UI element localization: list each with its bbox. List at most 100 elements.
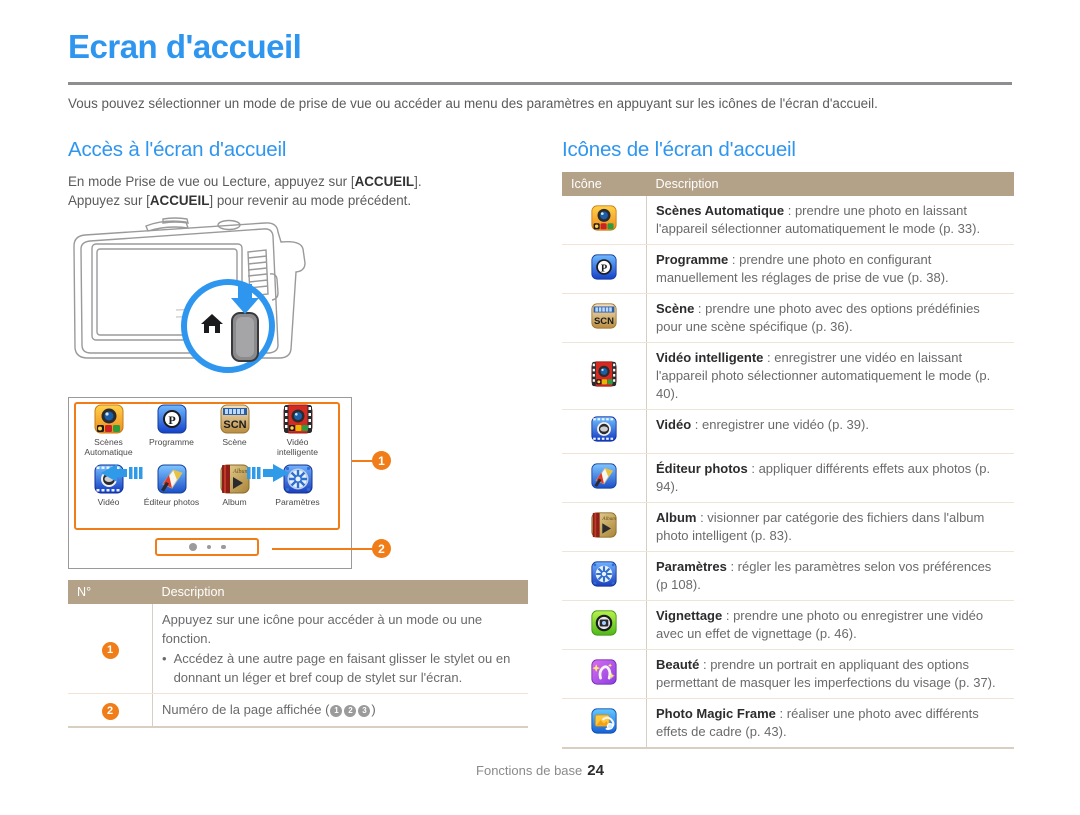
left-legend-table: N° Description 1 Appuyez sur une icône p… [68, 580, 528, 728]
description-cell: Scène : prendre une photo avec des optio… [646, 293, 1014, 343]
page-dot-active[interactable] [188, 543, 197, 551]
table-row: Paramètres : régler les paramètres selon… [562, 551, 1014, 601]
photo-editor-icon [591, 462, 617, 489]
icon-cell [562, 698, 647, 749]
sep: : [728, 252, 740, 267]
settings-icon [591, 560, 617, 587]
row-badge-2: 2 [101, 703, 119, 720]
description-cell: Scènes Automatique : prendre une photo e… [646, 196, 1014, 245]
vignette-icon [591, 609, 617, 636]
grid-item-smart-video[interactable]: Vidéo intelligente [266, 404, 329, 464]
grid-item-scene[interactable]: SCN Scène [203, 404, 266, 464]
grid-label: Paramètres [275, 497, 320, 507]
icon-cell [562, 453, 647, 503]
table-row: Éditeur photos : appliquer différents ef… [562, 453, 1014, 503]
grid-label: Éditeur photos [143, 497, 200, 507]
sep: : [696, 510, 708, 525]
row-number-cell: 1 [68, 604, 153, 694]
icon-name: Scènes Automatique [656, 203, 785, 218]
header-description: Description [152, 580, 528, 604]
programme-icon: P [591, 253, 617, 280]
grid-label: Vidéo [97, 497, 120, 507]
left-heading: Accès à l'écran d'accueil [68, 138, 287, 161]
icon-name: Vignettage [656, 608, 723, 623]
table-row: Photo Magic Frame : réaliser une photo a… [562, 698, 1014, 749]
icon-cell: P [562, 244, 647, 294]
line2-post: ] pour revenir au mode précédent. [209, 193, 412, 208]
grid-item-scenes-auto[interactable]: Scènes Automatique [77, 404, 140, 464]
icon-name: Vidéo [656, 417, 692, 432]
callout-badge-1: 1 [372, 451, 391, 470]
icon-name: Vidéo intelligente [656, 350, 764, 365]
description-cell: Éditeur photos : appliquer différents ef… [646, 453, 1014, 503]
left-column: Accès à l'écran d'accueil En mode Prise … [68, 138, 528, 210]
grid-label: Vidéo intelligente [276, 437, 319, 457]
camera-drawing [73, 217, 306, 373]
table-row: Vidéo : enregistrer une vidéo (p. 39). [562, 409, 1014, 454]
programme-icon: P [157, 404, 187, 434]
svg-text:SCN: SCN [223, 419, 246, 431]
title-divider [68, 82, 1012, 85]
icon-desc: prendre une photo avec des options prédé… [656, 301, 980, 334]
scenes-auto-icon [94, 404, 124, 434]
grid-label: Scène [222, 437, 247, 447]
row-number-cell: 2 [68, 693, 153, 728]
line1-pre: En mode Prise de vue ou Lecture, appuyez… [68, 174, 355, 189]
sep: : [763, 350, 775, 365]
right-heading: Icônes de l'écran d'accueil [562, 138, 796, 161]
table-header-row: N° Description [68, 580, 528, 604]
description-cell: Vignettage : prendre une photo ou enregi… [646, 600, 1014, 650]
row-description-cell: Numéro de la page affichée (1 2 3) [152, 693, 528, 728]
table-row: SCN Scène : prendre une photo avec des o… [562, 293, 1014, 343]
description-cell: Beauté : prendre un portrait en appliqua… [646, 649, 1014, 699]
page-footer: Fonctions de base 24 [0, 762, 1080, 779]
sep: : [694, 301, 706, 316]
scene-icon: SCN [591, 302, 617, 329]
footer-section: Fonctions de base [476, 763, 583, 778]
icon-cell [562, 196, 647, 245]
video-icon [591, 416, 617, 442]
page-intro: Vous pouvez sélectionner un mode de pris… [68, 96, 878, 111]
icon-name: Programme [656, 252, 729, 267]
row-text: Appuyez sur une icône pour accéder à un … [162, 612, 483, 646]
swipe-arrows [101, 464, 289, 482]
icon-cell [562, 409, 647, 454]
description-cell: Photo Magic Frame : réaliser une photo a… [646, 698, 1014, 749]
row-text-post: ) [371, 702, 376, 717]
row-badge-1: 1 [101, 641, 119, 659]
svg-text:P: P [168, 413, 175, 427]
table-header-row: Icône Description [562, 172, 1014, 196]
row-description-cell: Appuyez sur une icône pour accéder à un … [152, 604, 528, 694]
description-cell: Vidéo : enregistrer une vidéo (p. 39). [646, 409, 1014, 454]
line2-pre: Appuyez sur [ [68, 193, 150, 208]
icon-name: Paramètres [656, 559, 727, 574]
icon-cell: Album [562, 502, 647, 552]
header-icon: Icône [562, 172, 647, 196]
table-row: Vignettage : prendre une photo ou enregi… [562, 600, 1014, 650]
smart-video-icon [283, 404, 313, 434]
callout-2-line [272, 548, 374, 550]
left-instruction-line-1: En mode Prise de vue ou Lecture, appuyez… [68, 172, 528, 191]
grid-label: Scènes Automatique [84, 437, 133, 457]
inline-mark-3: 3 [358, 704, 371, 717]
icon-name: Photo Magic Frame [656, 706, 776, 721]
swipe-right-arrow-icon [247, 464, 289, 482]
icon-name: Éditeur photos [656, 461, 748, 476]
scene-icon: SCN [220, 404, 250, 434]
icon-name: Scène [656, 301, 695, 316]
icon-cell [562, 342, 647, 410]
magic-frame-icon [591, 707, 617, 734]
line2-key: ACCUEIL [149, 193, 210, 208]
grid-item-programme[interactable]: P Programme [140, 404, 203, 464]
callout-badge-2: 2 [372, 539, 391, 558]
home-button[interactable] [231, 312, 259, 362]
footer-page-number: 24 [587, 762, 604, 779]
page-dot-2[interactable] [206, 544, 211, 550]
sep: : [726, 559, 738, 574]
home-screen-mock: Scènes Automatique P Programme SCN Scène… [68, 397, 352, 569]
sep: : [747, 461, 759, 476]
page-dot-3[interactable] [221, 544, 226, 550]
album-icon: Album [591, 511, 617, 538]
right-column: Icônes de l'écran d'accueil Icône Descri… [562, 138, 1014, 749]
description-cell: Paramètres : régler les paramètres selon… [646, 551, 1014, 601]
